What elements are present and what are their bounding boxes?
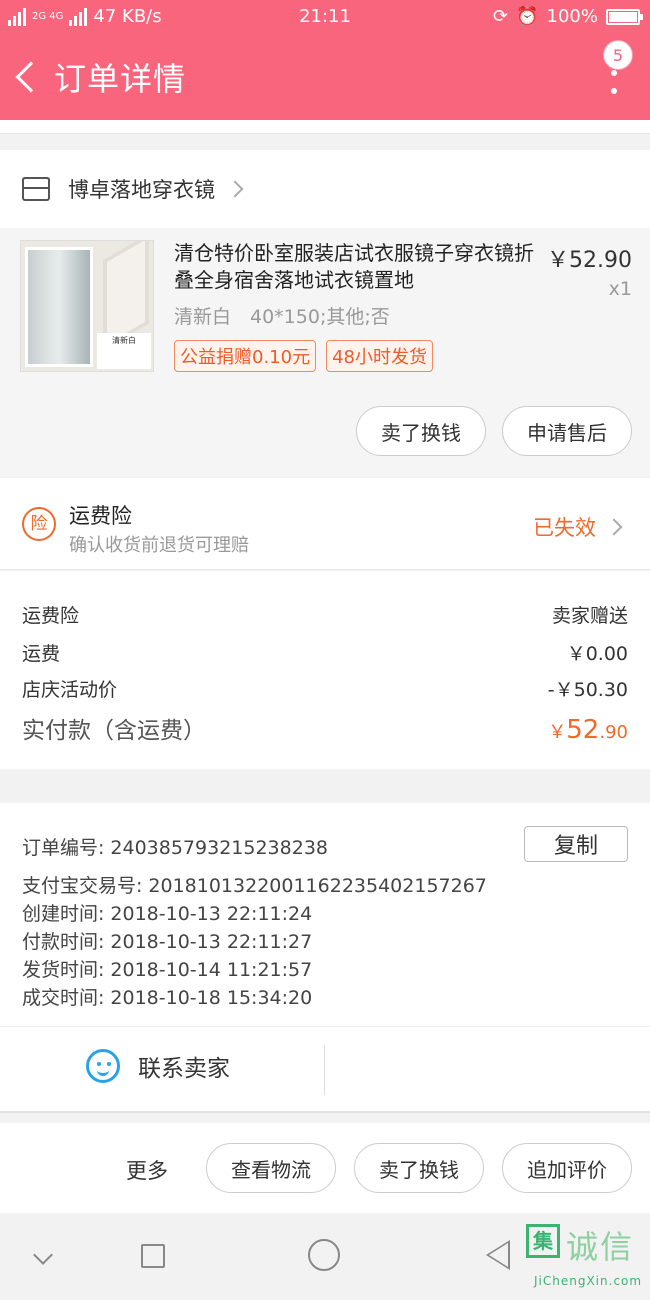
total-integer: 52 (566, 715, 600, 745)
shipping-tag: 48小时发货 (326, 340, 433, 372)
system-nav-bar: 集 诚信 JiChengXin.com (0, 1214, 650, 1300)
alipay-trade-row: 支付宝交易号: 2018101322001162235402157267 (22, 871, 487, 898)
top-divider (0, 120, 650, 134)
back-button[interactable]: 订单详情 (10, 52, 186, 102)
watermark-url: JiChengXin.com (534, 1274, 643, 1288)
paid-time-row: 付款时间: 2018-10-13 22:11:27 (22, 927, 312, 954)
page-title: 订单详情 (54, 60, 187, 98)
insurance-status[interactable]: 已失效 (533, 512, 623, 542)
divider (324, 1045, 325, 1095)
fee-label: 店庆活动价 (22, 679, 118, 701)
dot-icon (611, 70, 617, 76)
created-time: 2018-10-13 22:11:24 (110, 903, 313, 925)
completed-time: 2018-10-18 15:34:20 (110, 987, 313, 1009)
contact-seller-label: 联系卖家 (138, 1056, 230, 1082)
product-spec: 清新白 40*150;其他;否 (174, 306, 390, 328)
resell-button[interactable]: 卖了换钱 (354, 1143, 484, 1193)
product-quantity: x1 (608, 278, 632, 300)
paid-time: 2018-10-13 22:11:27 (110, 931, 313, 953)
more-menu-button[interactable] (608, 70, 620, 94)
fee-summary: 运费险 卖家赠送 运费 ￥0.00 店庆活动价 -￥50.30 实付款（含运费）… (0, 571, 650, 769)
product-title: 清仓特价卧室服装店试衣服镜子穿衣镜折叠全身宿舍落地试衣镜置地 (174, 241, 534, 292)
resell-button[interactable]: 卖了换钱 (356, 406, 486, 456)
fee-value: 卖家赠送 (551, 605, 628, 627)
status-right: ⟳ ⏰ 100% (493, 6, 643, 27)
shipping-insurance-row[interactable]: 险 运费险 确认收货前退货可理赔 已失效 (0, 478, 650, 570)
charity-tag: 公益捐赠0.10元 (174, 340, 317, 372)
bottom-action-bar: 更多 查看物流 卖了换钱 追加评价 (0, 1123, 650, 1213)
shipped-time-row: 发货时间: 2018-10-14 11:21:57 (22, 955, 312, 982)
fee-value: -￥50.30 (547, 679, 628, 701)
store-icon (22, 177, 50, 201)
battery-fill (609, 11, 637, 22)
order-info: 复制 订单编号: 240385793215238238 支付宝交易号: 201810… (0, 803, 650, 1027)
after-sales-button[interactable]: 申请售后 (502, 406, 632, 456)
view-logistics-button[interactable]: 查看物流 (206, 1143, 336, 1193)
fee-label: 运费 (22, 643, 61, 665)
dot-icon (611, 88, 617, 94)
total-label: 实付款（含运费） (22, 718, 206, 744)
info-label: 支付宝交易号: (22, 875, 143, 897)
total-currency: ￥ (548, 722, 567, 743)
product-tags: 公益捐赠0.10元 48小时发货 (174, 340, 433, 372)
total-row: 实付款（含运费） ￥52.90 (22, 711, 628, 745)
total-decimal: .90 (599, 722, 628, 743)
product-thumbnail[interactable]: 清新白 (20, 240, 154, 372)
insurance-subtitle: 确认收货前退货可理赔 (69, 535, 249, 556)
chevron-right-icon (226, 180, 244, 198)
shop-row[interactable]: 博卓落地穿衣镜 (0, 150, 650, 228)
shipped-time: 2018-10-14 11:21:57 (110, 959, 313, 981)
fee-row: 运费险 卖家赠送 (22, 601, 628, 628)
home-icon[interactable] (308, 1239, 340, 1271)
completed-time-row: 成交时间: 2018-10-18 15:34:20 (22, 983, 312, 1010)
watermark-logo: 集 诚信 JiChengXin.com (524, 1222, 644, 1292)
thumbnail-tag: 清新白 (97, 333, 151, 369)
recent-apps-icon[interactable] (141, 1244, 165, 1268)
footer-actions: 查看物流 卖了换钱 追加评价 (206, 1143, 632, 1193)
order-number: 240385793215238238 (110, 837, 328, 859)
contact-seller-button[interactable]: 联系卖家 (86, 1049, 230, 1083)
product-price: ￥52.90 (547, 248, 632, 273)
insurance-icon: 险 (22, 507, 56, 541)
mirror-image (25, 247, 93, 367)
info-label: 创建时间: (22, 903, 105, 925)
status-bar: 2G 4G 47 KB/s 21:11 ⟳ ⏰ 100% (0, 0, 650, 34)
info-label: 付款时间: (22, 931, 105, 953)
add-review-button[interactable]: 追加评价 (502, 1143, 632, 1193)
nav-bar: 订单详情 5 (0, 34, 650, 120)
message-count-badge[interactable]: 5 (603, 40, 633, 70)
fee-label: 运费险 (22, 605, 80, 627)
created-time-row: 创建时间: 2018-10-13 22:11:24 (22, 899, 312, 926)
battery-percent: 100% (546, 6, 598, 27)
copy-order-number-button[interactable]: 复制 (524, 826, 628, 862)
watermark-text: 诚信 (566, 1228, 635, 1266)
product-item[interactable]: 清新白 清仓特价卧室服装店试衣服镜子穿衣镜折叠全身宿舍落地试衣镜置地 ￥52.9… (0, 228, 650, 476)
chevron-left-icon (15, 61, 47, 93)
fee-value: ￥0.00 (566, 643, 628, 665)
info-label: 发货时间: (22, 959, 105, 981)
total-amount: ￥52.90 (548, 715, 628, 745)
alipay-trade-number: 2018101322001162235402157267 (148, 875, 487, 897)
info-label: 成交时间: (22, 987, 105, 1009)
chevron-right-icon (605, 518, 623, 536)
shop-name: 博卓落地穿衣镜 (68, 178, 215, 202)
insurance-title: 运费险 (69, 504, 132, 528)
fee-row: 店庆活动价 -￥50.30 (22, 675, 628, 702)
insurance-status-label: 已失效 (533, 516, 596, 540)
fee-row: 运费 ￥0.00 (22, 639, 628, 666)
order-number-row: 订单编号: 240385793215238238 (22, 833, 328, 860)
rotation-lock-icon: ⟳ (493, 6, 509, 27)
watermark-box: 集 (526, 1224, 560, 1258)
chat-icon (86, 1049, 120, 1083)
contact-section: 联系卖家 (0, 1027, 650, 1113)
more-link[interactable]: 更多 (126, 1155, 168, 1185)
product-actions: 卖了换钱 申请售后 (356, 406, 632, 456)
collapse-icon[interactable] (33, 1245, 53, 1265)
info-label: 订单编号: (22, 837, 105, 859)
battery-icon (606, 8, 643, 25)
alarm-icon: ⏰ (516, 6, 539, 27)
back-triangle-icon[interactable] (486, 1240, 510, 1270)
